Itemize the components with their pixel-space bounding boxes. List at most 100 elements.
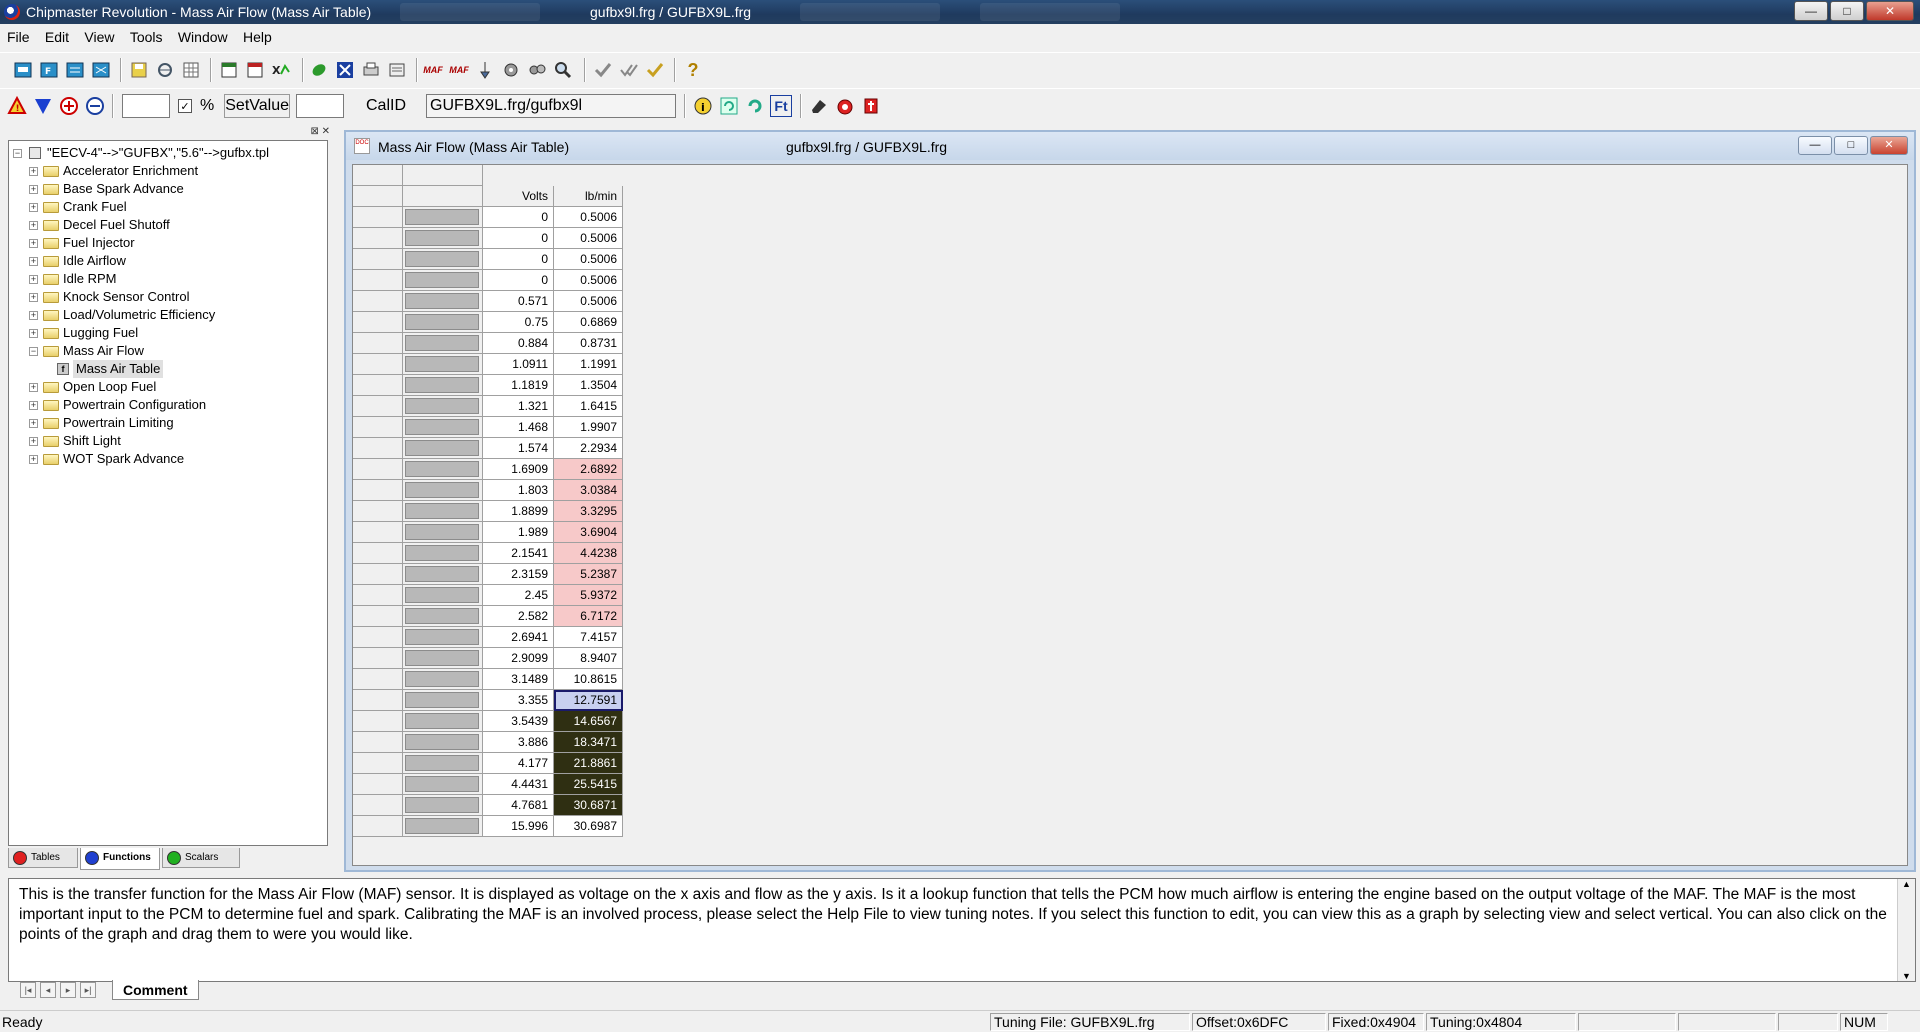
volts-cell[interactable]: 0 bbox=[483, 249, 554, 270]
expand-icon[interactable]: + bbox=[29, 311, 38, 320]
collapse-icon[interactable]: − bbox=[13, 149, 22, 158]
lbmin-cell[interactable]: 1.3504 bbox=[554, 375, 623, 396]
open-template-icon[interactable] bbox=[12, 59, 34, 81]
volts-cell[interactable]: 0 bbox=[483, 270, 554, 291]
volts-cell[interactable]: 1.574 bbox=[483, 438, 554, 459]
lbmin-cell[interactable]: 0.5006 bbox=[554, 249, 623, 270]
tab-tables[interactable]: Tables bbox=[8, 848, 78, 868]
tree-root[interactable]: "EECV-4"-->"GUFBX","5.6"-->gufbx.tpl bbox=[47, 144, 269, 162]
table-view-icon[interactable] bbox=[218, 59, 240, 81]
volts-cell[interactable]: 1.321 bbox=[483, 396, 554, 417]
maximize-button[interactable]: □ bbox=[1830, 1, 1864, 21]
comment-box[interactable]: This is the transfer function for the Ma… bbox=[8, 878, 1916, 982]
volts-cell[interactable]: 2.6941 bbox=[483, 627, 554, 648]
lbmin-cell[interactable]: 7.4157 bbox=[554, 627, 623, 648]
volts-cell[interactable]: 3.5439 bbox=[483, 711, 554, 732]
callid-field[interactable]: GUFBX9L.frg/gufbx9l bbox=[426, 94, 676, 118]
expand-icon[interactable]: + bbox=[29, 203, 38, 212]
expand-icon[interactable]: + bbox=[29, 401, 38, 410]
eraser-icon[interactable] bbox=[808, 95, 830, 117]
last-tab-icon[interactable]: ▸| bbox=[80, 982, 96, 998]
next-tab-icon[interactable]: ▸ bbox=[60, 982, 76, 998]
gear-icon[interactable] bbox=[500, 59, 522, 81]
tab-functions[interactable]: Functions bbox=[80, 848, 160, 870]
menu-edit[interactable]: Edit bbox=[38, 26, 74, 45]
child-minimize-button[interactable]: — bbox=[1798, 136, 1832, 155]
decrease-icon[interactable] bbox=[32, 95, 54, 117]
volts-cell[interactable]: 3.886 bbox=[483, 732, 554, 753]
tab-scalars[interactable]: Scalars bbox=[162, 848, 240, 868]
connect-icon[interactable] bbox=[154, 59, 176, 81]
xy-graph-icon[interactable]: X bbox=[270, 59, 292, 81]
lbmin-cell[interactable]: 3.6904 bbox=[554, 522, 623, 543]
menu-file[interactable]: File bbox=[0, 26, 35, 45]
volts-cell[interactable]: 1.803 bbox=[483, 480, 554, 501]
lbmin-cell[interactable]: 25.5415 bbox=[554, 774, 623, 795]
volts-cell[interactable]: 4.177 bbox=[483, 753, 554, 774]
panel-close-icon[interactable]: ⊠ ✕ bbox=[302, 126, 330, 138]
volts-cell[interactable]: 4.4431 bbox=[483, 774, 554, 795]
reload-icon[interactable] bbox=[744, 95, 766, 117]
compare-file-icon[interactable] bbox=[64, 59, 86, 81]
volts-cell[interactable]: 1.0911 bbox=[483, 354, 554, 375]
child-close-button[interactable]: ✕ bbox=[1870, 136, 1908, 155]
check-icon[interactable] bbox=[592, 59, 614, 81]
lbmin-cell[interactable]: 2.6892 bbox=[554, 459, 623, 480]
refresh-icon[interactable] bbox=[718, 95, 740, 117]
subtract-icon[interactable] bbox=[84, 95, 106, 117]
volts-cell[interactable]: 2.1541 bbox=[483, 543, 554, 564]
expand-icon[interactable]: + bbox=[29, 221, 38, 230]
expand-icon[interactable]: + bbox=[29, 455, 38, 464]
lbmin-cell[interactable]: 10.8615 bbox=[554, 669, 623, 690]
comment-scrollbar[interactable]: ▲ ▼ bbox=[1897, 879, 1915, 981]
expand-icon[interactable]: + bbox=[29, 329, 38, 338]
maf-icon[interactable]: MAF bbox=[422, 59, 444, 81]
volts-cell[interactable]: 1.8899 bbox=[483, 501, 554, 522]
minimize-button[interactable]: — bbox=[1794, 1, 1828, 21]
lbmin-cell[interactable]: 0.5006 bbox=[554, 291, 623, 312]
lbmin-cell[interactable]: 12.7591 bbox=[554, 690, 623, 711]
leaf-icon[interactable] bbox=[308, 59, 330, 81]
volts-cell[interactable]: 2.9099 bbox=[483, 648, 554, 669]
ft-icon[interactable]: Ft bbox=[770, 95, 792, 117]
lbmin-cell[interactable]: 1.1991 bbox=[554, 354, 623, 375]
volts-cell[interactable]: 0.571 bbox=[483, 291, 554, 312]
expand-icon[interactable]: + bbox=[29, 185, 38, 194]
burn-icon[interactable] bbox=[860, 95, 882, 117]
printer-icon[interactable] bbox=[360, 59, 382, 81]
volts-cell[interactable]: 0.884 bbox=[483, 333, 554, 354]
prev-tab-icon[interactable]: ◂ bbox=[40, 982, 56, 998]
close-button[interactable]: ✕ bbox=[1866, 1, 1914, 21]
volts-cell[interactable]: 1.989 bbox=[483, 522, 554, 543]
warning-icon[interactable]: ! bbox=[6, 95, 28, 117]
set-value-button[interactable]: SetValue bbox=[224, 94, 290, 118]
lbmin-cell[interactable]: 4.4238 bbox=[554, 543, 623, 564]
lbmin-cell[interactable]: 0.5006 bbox=[554, 270, 623, 291]
gears-icon[interactable] bbox=[526, 59, 548, 81]
table-window-titlebar[interactable]: DOC Mass Air Flow (Mass Air Table) gufbx… bbox=[346, 132, 1914, 160]
grid-icon[interactable] bbox=[180, 59, 202, 81]
menu-window[interactable]: Window bbox=[171, 26, 233, 45]
lbmin-cell[interactable]: 0.5006 bbox=[554, 207, 623, 228]
volts-cell[interactable]: 1.468 bbox=[483, 417, 554, 438]
volts-cell[interactable]: 4.7681 bbox=[483, 795, 554, 816]
lbmin-cell[interactable]: 5.9372 bbox=[554, 585, 623, 606]
open-file-icon[interactable]: F bbox=[38, 59, 60, 81]
expand-icon[interactable]: + bbox=[29, 419, 38, 428]
collapse-icon[interactable]: − bbox=[29, 347, 38, 356]
expand-icon[interactable]: + bbox=[29, 239, 38, 248]
checksum-icon[interactable] bbox=[644, 59, 666, 81]
help-icon[interactable]: ? bbox=[682, 59, 704, 81]
volts-cell[interactable]: 1.6909 bbox=[483, 459, 554, 480]
lbmin-cell[interactable]: 6.7172 bbox=[554, 606, 623, 627]
volts-cell[interactable]: 2.3159 bbox=[483, 564, 554, 585]
lbmin-cell[interactable]: 0.6869 bbox=[554, 312, 623, 333]
lbmin-cell[interactable]: 0.8731 bbox=[554, 333, 623, 354]
expand-icon[interactable]: + bbox=[29, 293, 38, 302]
set-value-input[interactable] bbox=[296, 94, 344, 118]
menu-view[interactable]: View bbox=[77, 26, 119, 45]
search-icon[interactable] bbox=[552, 59, 574, 81]
expand-icon[interactable]: + bbox=[29, 383, 38, 392]
lbmin-cell[interactable]: 21.8861 bbox=[554, 753, 623, 774]
expand-icon[interactable]: + bbox=[29, 275, 38, 284]
